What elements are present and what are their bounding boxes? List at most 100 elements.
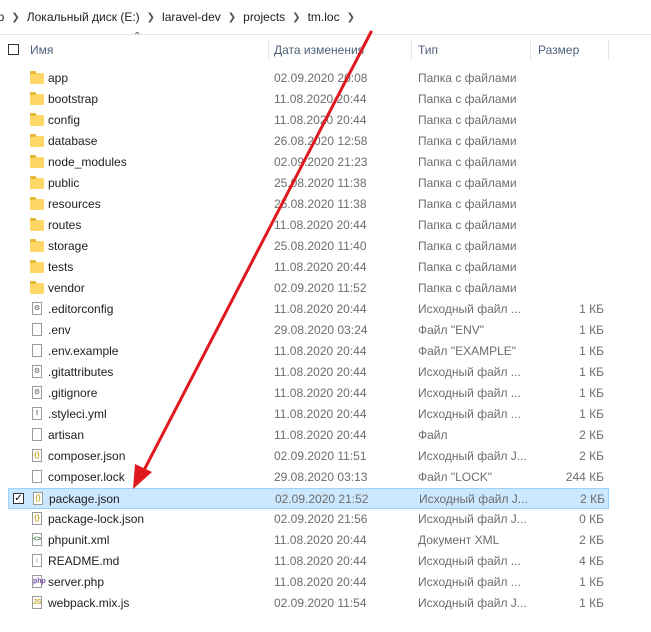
- file-name: bootstrap: [48, 92, 99, 106]
- file-row[interactable]: routes 11.08.2020 20:44 Папка с файлами: [0, 215, 651, 236]
- file-size: 1 КБ: [579, 575, 604, 589]
- file-row[interactable]: vendor 02.09.2020 11:52 Папка с файлами: [0, 278, 651, 299]
- file-type: Исходный файл ...: [418, 302, 521, 316]
- file-icon: [30, 470, 44, 485]
- file-date: 25.08.2020 11:40: [274, 239, 367, 253]
- column-divider[interactable]: [530, 40, 531, 60]
- file-date: 02.09.2020 11:54: [274, 596, 367, 610]
- file-type: Исходный файл J...: [419, 492, 528, 506]
- file-size: 2 КБ: [580, 492, 605, 506]
- breadcrumb-item-drive-e[interactable]: Локальный диск (E:): [24, 10, 143, 24]
- file-size: 2 КБ: [579, 533, 604, 547]
- file-row[interactable]: ! .styleci.yml 11.08.2020 20:44 Исходный фа…: [0, 404, 651, 425]
- file-size: [534, 89, 604, 110]
- file-date: 11.08.2020 20:44: [274, 554, 367, 568]
- file-type: Исходный файл J...: [418, 449, 527, 463]
- file-size: 2 КБ: [579, 428, 604, 442]
- breadcrumb-item-projects[interactable]: projects: [240, 10, 288, 24]
- file-date: 29.08.2020 03:13: [274, 470, 368, 484]
- file-size: 4 КБ: [579, 554, 604, 568]
- file-type: Исходный файл J...: [418, 596, 527, 610]
- file-type: Папка с файлами: [418, 197, 517, 211]
- js-file-icon: JS: [30, 596, 44, 611]
- column-divider[interactable]: [268, 40, 269, 60]
- file-icon: [30, 344, 44, 359]
- file-row[interactable]: {} package-lock.json 02.09.2020 21:56 Исход…: [0, 509, 651, 530]
- file-size: [534, 215, 604, 236]
- file-row[interactable]: resources 25.08.2020 11:38 Папка с файлами: [0, 194, 651, 215]
- column-header-type[interactable]: Тип: [418, 38, 438, 62]
- column-header-size[interactable]: Размер: [538, 38, 579, 62]
- file-row[interactable]: tests 11.08.2020 20:44 Папка с файлами: [0, 257, 651, 278]
- settings-file-icon: ⚙: [30, 365, 44, 380]
- file-row[interactable]: ⚙ .editorconfig 11.08.2020 20:44 Исходный ф…: [0, 299, 651, 320]
- folder-icon: [30, 239, 44, 254]
- file-date: 11.08.2020 20:44: [274, 533, 367, 547]
- file-type: Файл: [418, 428, 448, 442]
- folder-icon: [30, 113, 44, 128]
- file-date: 29.08.2020 03:24: [274, 323, 368, 337]
- file-row[interactable]: node_modules 02.09.2020 21:23 Папка с файл…: [0, 152, 651, 173]
- chevron-right-icon[interactable]: ❯: [224, 12, 240, 23]
- folder-icon: [30, 176, 44, 191]
- file-row[interactable]: storage 25.08.2020 11:40 Папка с файлами: [0, 236, 651, 257]
- file-row[interactable]: ✓ {} package.json 02.09.2020 21:52 Исходный …: [8, 488, 609, 509]
- file-icon: [30, 428, 44, 443]
- file-type: Папка с файлами: [418, 260, 517, 274]
- file-row[interactable]: php server.php 11.08.2020 20:44 Исходный фа…: [0, 572, 651, 593]
- file-icon: [30, 323, 44, 338]
- file-name: routes: [48, 218, 82, 232]
- file-row[interactable]: {} composer.json 02.09.2020 11:51 Исходный …: [0, 446, 651, 467]
- file-row[interactable]: ⚙ .gitignore 11.08.2020 20:44 Исходный файл…: [0, 383, 651, 404]
- file-type: Исходный файл ...: [418, 386, 521, 400]
- chevron-right-icon[interactable]: ❯: [288, 12, 304, 23]
- file-type: Файл "LOCK": [418, 470, 493, 484]
- file-date: 02.09.2020 21:23: [274, 155, 368, 169]
- file-date: 11.08.2020 20:44: [274, 302, 367, 316]
- breadcrumb-item-tm-loc[interactable]: tm.loc: [305, 10, 343, 24]
- json-file-icon: {}: [30, 512, 44, 527]
- file-size: 2 КБ: [579, 449, 604, 463]
- column-header-name[interactable]: Имя: [30, 38, 53, 62]
- column-header-date[interactable]: Дата изменения: [274, 38, 364, 62]
- file-date: 11.08.2020 20:44: [274, 386, 367, 400]
- file-row[interactable]: JS webpack.mix.js 02.09.2020 11:54 Исходный…: [0, 593, 651, 614]
- chevron-right-icon[interactable]: ❯: [343, 12, 359, 23]
- file-date: 11.08.2020 20:44: [274, 260, 367, 274]
- file-row[interactable]: app 02.09.2020 20:08 Папка с файлами: [0, 68, 651, 89]
- file-date: 11.08.2020 20:44: [274, 344, 367, 358]
- chevron-right-icon[interactable]: ❯: [143, 12, 159, 23]
- xml-file-icon: <>: [30, 533, 44, 548]
- file-row[interactable]: ⚙ .gitattributes 11.08.2020 20:44 Исходный …: [0, 362, 651, 383]
- file-type: Документ XML: [418, 533, 500, 547]
- breadcrumb-item-pc[interactable]: ер: [0, 10, 7, 24]
- file-size: 1 КБ: [579, 596, 604, 610]
- file-row[interactable]: config 11.08.2020 20:44 Папка с файлами: [0, 110, 651, 131]
- file-row[interactable]: ↓ README.md 11.08.2020 20:44 Исходный файл …: [0, 551, 651, 572]
- file-type: Исходный файл ...: [418, 554, 521, 568]
- file-list: app 02.09.2020 20:08 Папка с файлами bootst…: [0, 68, 651, 614]
- file-row[interactable]: artisan 11.08.2020 20:44 Файл 2 КБ: [0, 425, 651, 446]
- column-divider[interactable]: [411, 40, 412, 60]
- select-all-checkbox[interactable]: [8, 44, 19, 55]
- file-row[interactable]: database 26.08.2020 12:58 Папка с файлами: [0, 131, 651, 152]
- file-type: Папка с файлами: [418, 218, 517, 232]
- file-row[interactable]: composer.lock 29.08.2020 03:13 Файл "LOCK"…: [0, 467, 651, 488]
- file-row[interactable]: .env.example 11.08.2020 20:44 Файл "EXAMPL…: [0, 341, 651, 362]
- breadcrumb-item-laravel-dev[interactable]: laravel-dev: [159, 10, 224, 24]
- folder-icon: [30, 218, 44, 233]
- file-date: 26.08.2020 12:58: [274, 134, 368, 148]
- file-name: vendor: [48, 281, 85, 295]
- chevron-right-icon[interactable]: ❯: [7, 12, 23, 23]
- file-row[interactable]: .env 29.08.2020 03:24 Файл "ENV" 1 КБ: [0, 320, 651, 341]
- folder-icon: [30, 281, 44, 296]
- row-checkbox[interactable]: ✓: [13, 493, 24, 504]
- file-name: resources: [48, 197, 101, 211]
- file-row[interactable]: public 25.08.2020 11:38 Папка с файлами: [0, 173, 651, 194]
- file-size: [534, 110, 604, 131]
- file-name: package.json: [49, 492, 120, 506]
- settings-file-icon: ⚙: [30, 386, 44, 401]
- file-row[interactable]: bootstrap 11.08.2020 20:44 Папка с файлами: [0, 89, 651, 110]
- column-divider[interactable]: [608, 40, 609, 60]
- file-row[interactable]: <> phpunit.xml 11.08.2020 20:44 Документ XM…: [0, 530, 651, 551]
